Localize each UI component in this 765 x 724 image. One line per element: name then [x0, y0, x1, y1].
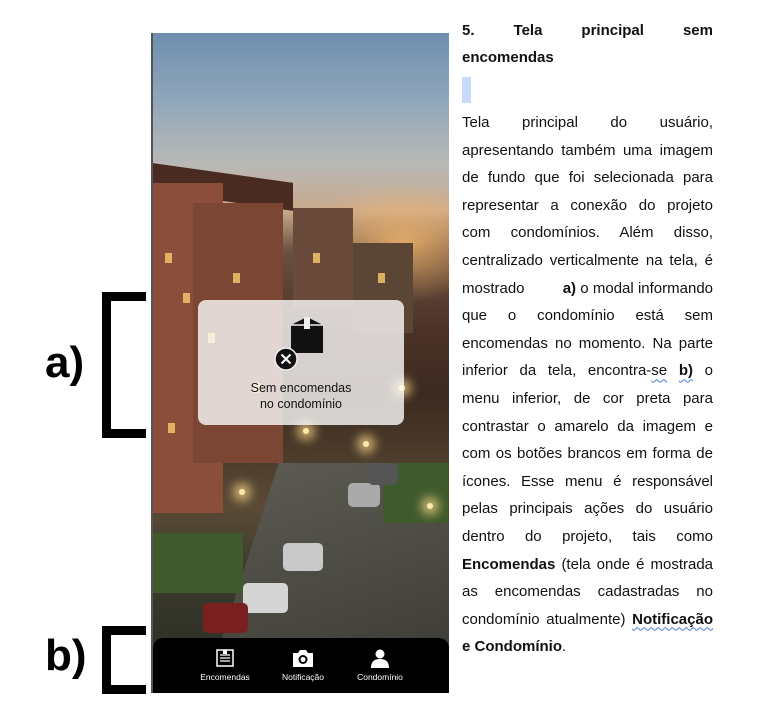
nav-label-notificacao: Notificação — [281, 672, 325, 682]
camera-icon — [293, 650, 313, 667]
section-title-line2: encomendas — [462, 49, 554, 66]
empty-state-line1: Sem encomendas — [250, 381, 352, 395]
nav-item-notificacao[interactable]: Notificação — [263, 648, 343, 682]
section-body: Tela principal do usuário, apresentando … — [462, 114, 714, 656]
empty-state-message: Sem encomendas no condomínio — [198, 380, 404, 412]
nav-label-encomendas: Encomendas — [200, 672, 250, 682]
annotation-a-bracket — [102, 292, 146, 438]
text-cursor-highlight — [462, 77, 471, 103]
person-icon — [371, 649, 389, 668]
section-title: 5. Tela principal sem — [462, 22, 713, 39]
bottom-nav: Encomendas Notificação Condomínio — [153, 638, 449, 693]
nav-item-encomendas[interactable]: Encomendas — [185, 648, 265, 682]
nav-item-condominio[interactable]: Condomínio — [340, 648, 420, 682]
phone-screen: Sem encomendas no condomínio Encomendas … — [151, 33, 449, 693]
close-circle-icon — [274, 347, 298, 371]
empty-state-modal: Sem encomendas no condomínio — [198, 300, 404, 425]
description-text: 5. Tela principal sem encomendas Tela pr… — [462, 17, 713, 661]
nav-label-condominio: Condomínio — [357, 672, 403, 682]
annotation-a-label: a) — [45, 338, 85, 387]
annotation-b-bracket — [102, 626, 146, 694]
package-list-icon — [216, 649, 234, 667]
annotation-b-label: b) — [45, 631, 87, 680]
empty-state-line2: no condomínio — [259, 397, 342, 411]
